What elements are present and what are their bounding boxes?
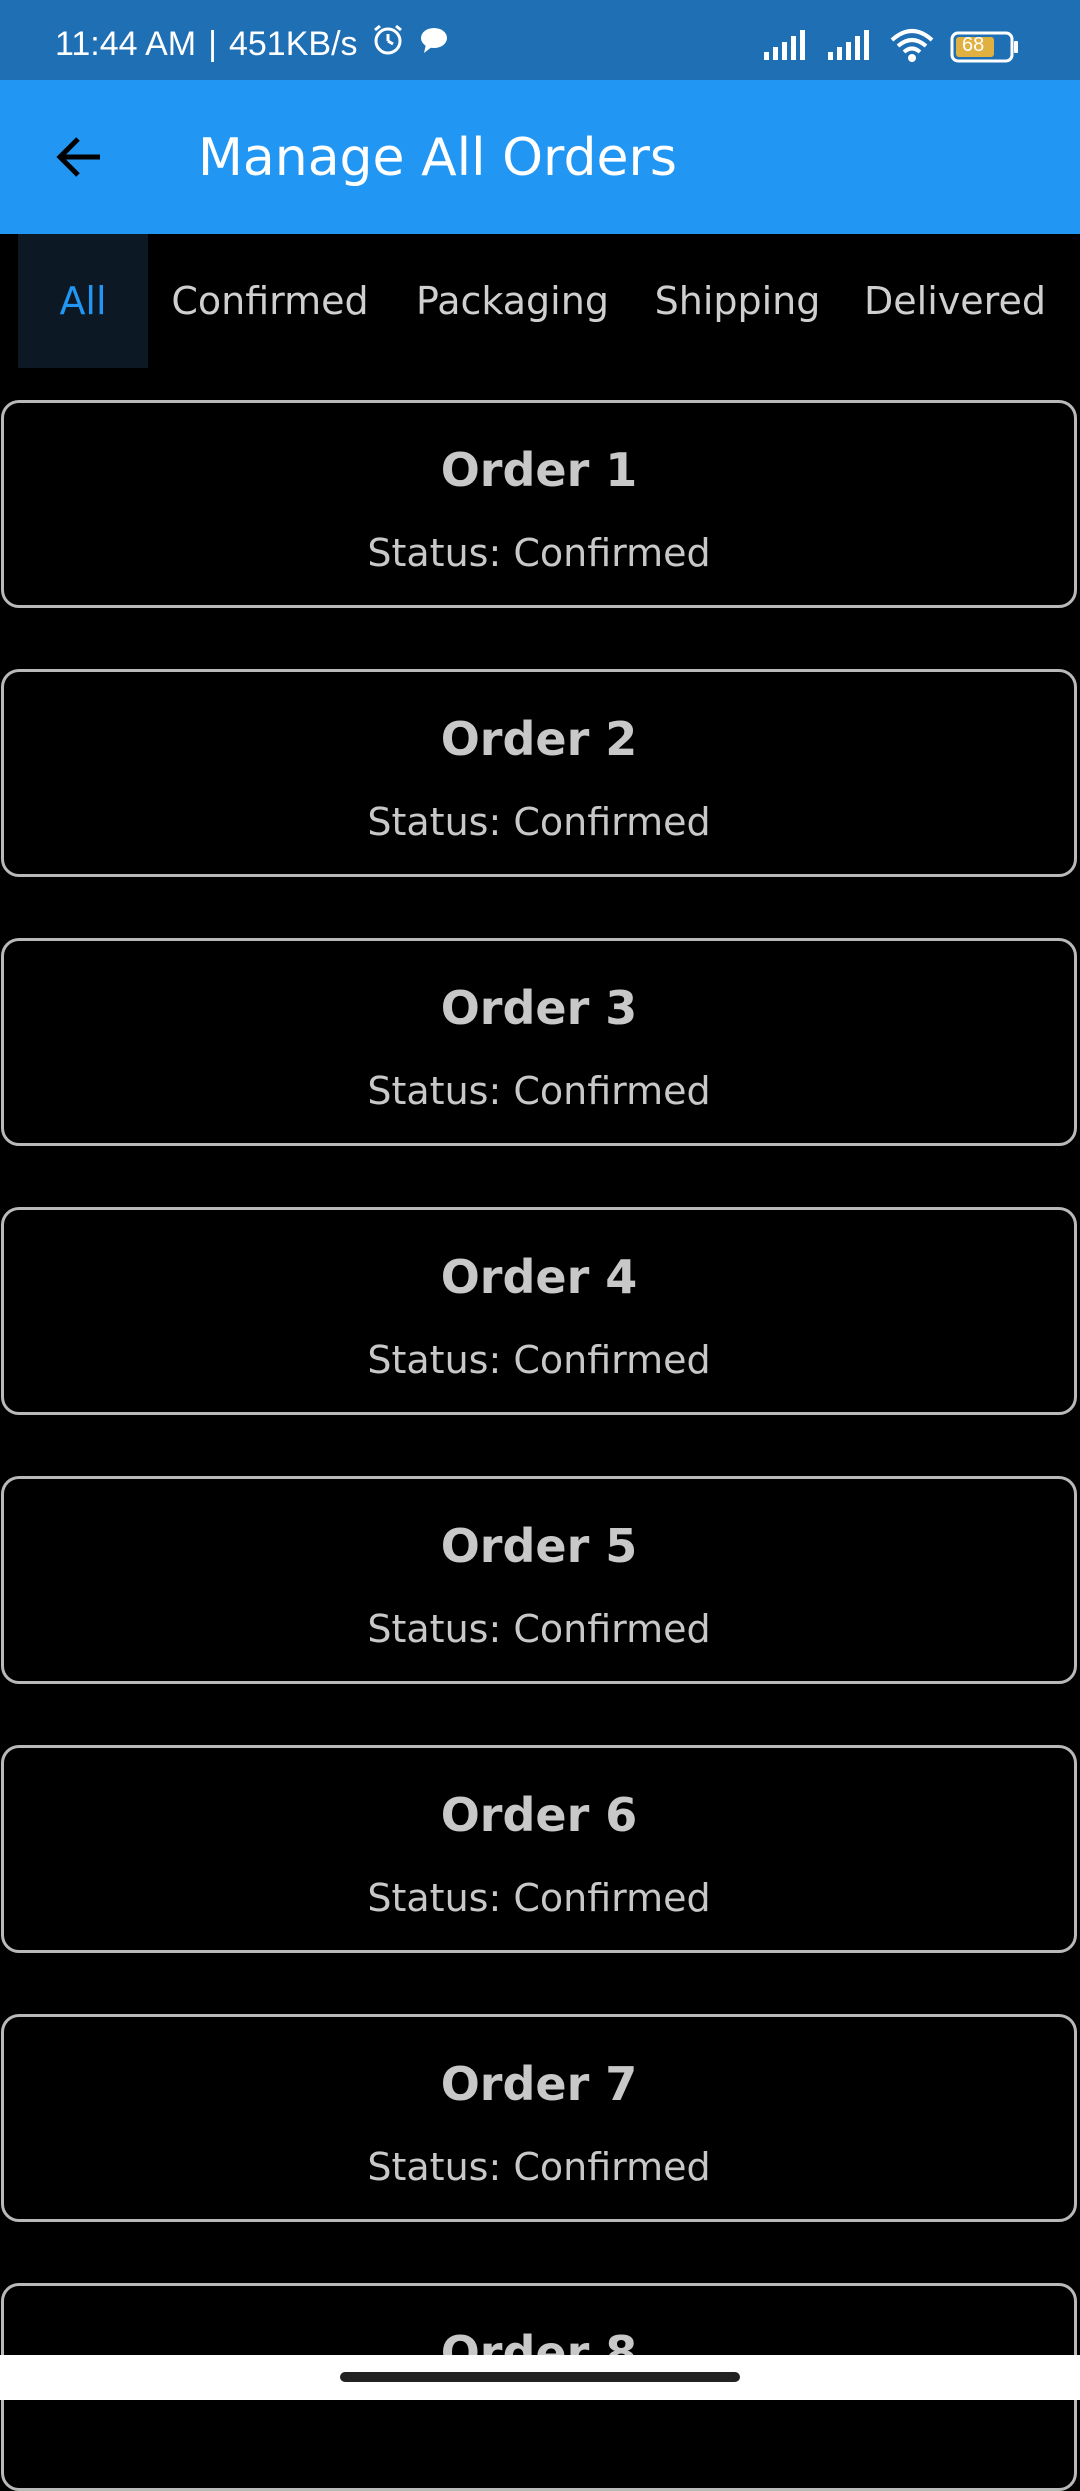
wifi-icon xyxy=(890,28,934,66)
tab-bar: All Confirmed Packaging Shipping Deliver… xyxy=(0,234,1080,368)
status-time: 11:44 AM xyxy=(55,25,197,63)
tab-confirmed[interactable]: Confirmed xyxy=(160,234,380,368)
tab-delivered[interactable]: Delivered xyxy=(855,234,1055,368)
order-card[interactable]: Order 6 Status: Confirmed xyxy=(1,1745,1077,1953)
home-indicator[interactable] xyxy=(340,2372,740,2382)
order-name: Order 6 xyxy=(440,1788,638,1842)
order-status: Status: Confirmed xyxy=(367,1607,711,1651)
order-name: Order 3 xyxy=(440,981,638,1035)
signal-icon xyxy=(826,30,874,64)
alarm-icon xyxy=(370,22,406,67)
tab-packaging[interactable]: Packaging xyxy=(400,234,625,368)
network-speed: 451KB/s xyxy=(228,25,358,63)
status-separator: | xyxy=(208,25,217,63)
order-status: Status: Confirmed xyxy=(367,800,711,844)
order-card[interactable]: Order 4 Status: Confirmed xyxy=(1,1207,1077,1415)
order-name: Order 5 xyxy=(440,1519,638,1573)
chat-bubble-icon xyxy=(418,24,450,65)
status-bar: 11:44 AM | 451KB/s 68 xyxy=(0,0,1080,80)
order-card[interactable]: Order 7 Status: Confirmed xyxy=(1,2014,1077,2222)
status-right: 68 xyxy=(762,28,1020,66)
app-bar: Manage All Orders xyxy=(0,80,1080,234)
back-button[interactable] xyxy=(48,126,110,188)
order-name: Order 2 xyxy=(440,712,638,766)
order-name: Order 7 xyxy=(440,2057,638,2111)
order-card[interactable]: Order 5 Status: Confirmed xyxy=(1,1476,1077,1684)
status-left: 11:44 AM | 451KB/s xyxy=(55,22,450,67)
battery-level: 68 xyxy=(962,34,985,56)
arrow-back-icon xyxy=(56,137,100,177)
order-card[interactable]: Order 2 Status: Confirmed xyxy=(1,669,1077,877)
tab-all[interactable]: All xyxy=(18,234,148,368)
order-card[interactable]: Order 3 Status: Confirmed xyxy=(1,938,1077,1146)
order-status: Status: Confirmed xyxy=(367,531,711,575)
battery-icon: 68 xyxy=(950,31,1020,63)
order-status: Status: Confirmed xyxy=(367,1876,711,1920)
order-status: Status: Confirmed xyxy=(367,1069,711,1113)
order-status: Status: Confirmed xyxy=(367,2145,711,2189)
order-status: Status: Confirmed xyxy=(367,1338,711,1382)
signal-icon xyxy=(762,30,810,64)
order-name: Order 4 xyxy=(440,1250,638,1304)
order-name: Order 1 xyxy=(440,443,638,497)
page-title: Manage All Orders xyxy=(198,128,677,188)
order-card[interactable]: Order 1 Status: Confirmed xyxy=(1,400,1077,608)
tab-shipping[interactable]: Shipping xyxy=(645,234,830,368)
